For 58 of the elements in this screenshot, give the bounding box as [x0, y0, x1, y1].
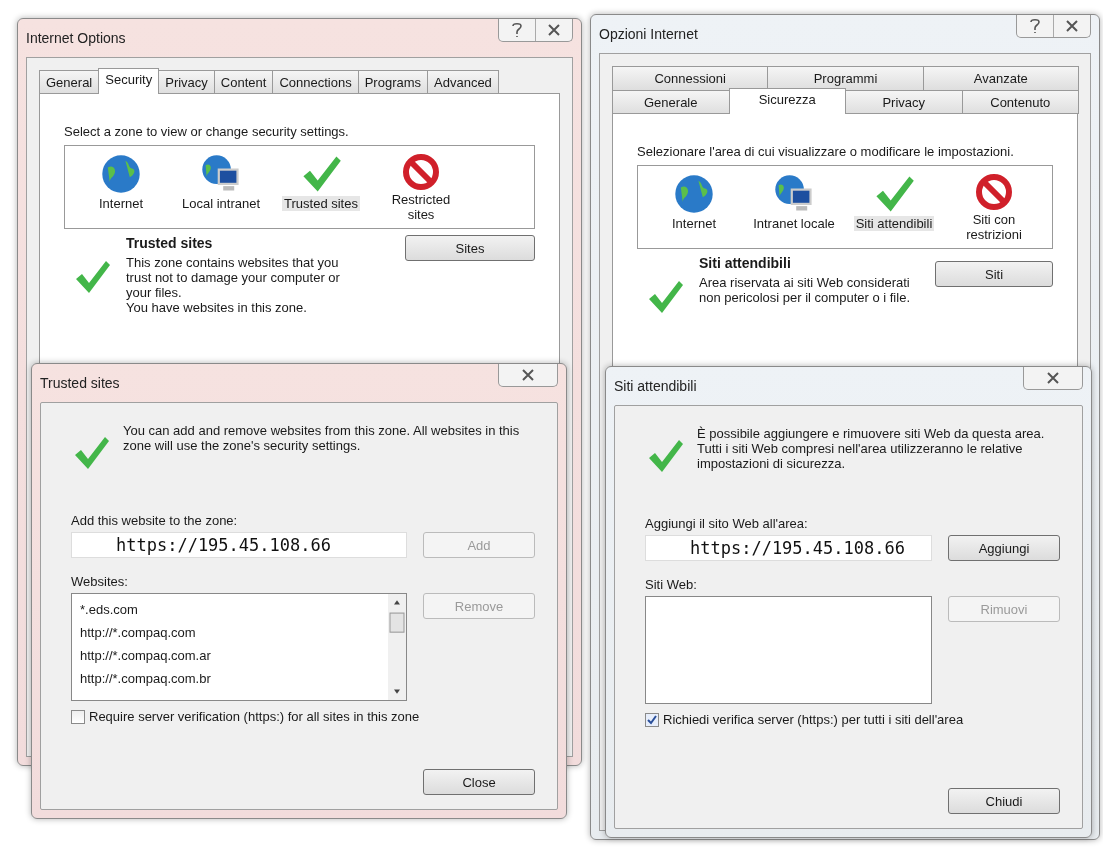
zone-label[interactable]: Intranet locale [751, 216, 837, 231]
tab[interactable]: General [39, 70, 100, 94]
add-button[interactable]: Aggiungi [948, 535, 1060, 561]
zone-description: This zone contains websites that you trust not to damage your computer or your files. You have websites in this zone. [126, 255, 341, 315]
close-button[interactable]: Close [423, 769, 535, 795]
close-button[interactable]: Chiudi [948, 788, 1060, 814]
tab[interactable]: Sicurezza [728, 88, 846, 114]
tab[interactable]: Avanzate [922, 66, 1079, 90]
list-item[interactable]: http://*.compaq.com.ar [80, 644, 380, 667]
tab[interactable]: Programmi [767, 66, 924, 90]
scrollbar[interactable] [388, 594, 406, 700]
list-item[interactable]: http://*.compaq.com.br [80, 667, 380, 690]
checkbox-label: Richiedi verifica server (https:) per tutti i siti dell'area [663, 712, 964, 727]
website-field[interactable]: https://195.45.108.66 [71, 532, 407, 558]
zone-label[interactable]: Local intranet [179, 196, 263, 211]
window-title: Opzioni Internet [599, 26, 698, 42]
window-title: Siti attendibili [614, 378, 697, 394]
zone-label[interactable]: Restricted sites [375, 192, 467, 222]
intro-text: È possibile aggiungere e rimuovere siti Web da questa area. Tutti i siti Web compresi nell'area utilizzeranno le relative impostazioni di sicurezza. [697, 426, 1046, 471]
sites-button[interactable]: Sites [405, 235, 535, 261]
zone-label[interactable]: Internet [669, 216, 719, 231]
sites-button[interactable]: Siti [935, 261, 1053, 287]
field-label: Add this website to the zone: [71, 513, 239, 528]
tab[interactable]: Content [213, 70, 274, 94]
list-item[interactable]: http://*.compaq.com [80, 621, 380, 644]
zone-title: Trusted sites [126, 235, 214, 251]
tab[interactable]: Generale [612, 90, 730, 114]
tab[interactable]: Privacy [845, 90, 963, 114]
checkbox-label: Require server verification (https:) for all sites in this zone [89, 709, 420, 724]
tab[interactable]: Connections [272, 70, 359, 94]
zone-description: Area riservata ai siti Web considerati non pericolosi per il computer o i file. [699, 275, 911, 305]
zone-prompt: Selezionare l'area di cui visualizzare o modificare le impostazioni. [637, 144, 1015, 159]
website-list[interactable]: *.eds.com http://*.compaq.com http://*.compaq.com.ar http://*.compaq.com.br [71, 593, 407, 701]
list-item[interactable]: *.eds.com [80, 598, 380, 621]
field-label: Siti Web: [645, 577, 698, 592]
tab[interactable]: Security [98, 68, 160, 94]
zone-label[interactable]: Trusted sites [282, 196, 360, 211]
globe-icon[interactable] [99, 152, 143, 196]
globe-icon[interactable] [672, 172, 716, 216]
tab[interactable]: Contenuto [961, 90, 1079, 114]
website-list[interactable] [645, 596, 932, 704]
tab[interactable]: Privacy [158, 70, 215, 94]
tab[interactable]: Programs [357, 70, 429, 94]
zone-title: Siti attendibili [699, 255, 792, 271]
website-field[interactable]: https://195.45.108.66 [645, 535, 932, 561]
tab[interactable]: Advanced [427, 70, 499, 94]
field-label: Aggiungi il sito Web all'area: [645, 516, 809, 531]
zone-label[interactable]: Internet [96, 196, 146, 211]
checkbox[interactable] [645, 712, 659, 727]
zone-label[interactable]: Siti attendibili [853, 216, 935, 231]
checkbox[interactable] [71, 709, 85, 724]
intro-text: You can add and remove websites from this zone. All websites in this zone will use the zone's security settings. [123, 423, 521, 453]
zone-label[interactable]: Siti con restrizioni [948, 212, 1040, 242]
field-label: Websites: [71, 574, 129, 589]
window-title: Trusted sites [40, 375, 120, 391]
window-title: Internet Options [26, 30, 126, 46]
tab[interactable]: Connessioni [612, 66, 769, 90]
zone-prompt: Select a zone to view or change security settings. [64, 124, 350, 139]
